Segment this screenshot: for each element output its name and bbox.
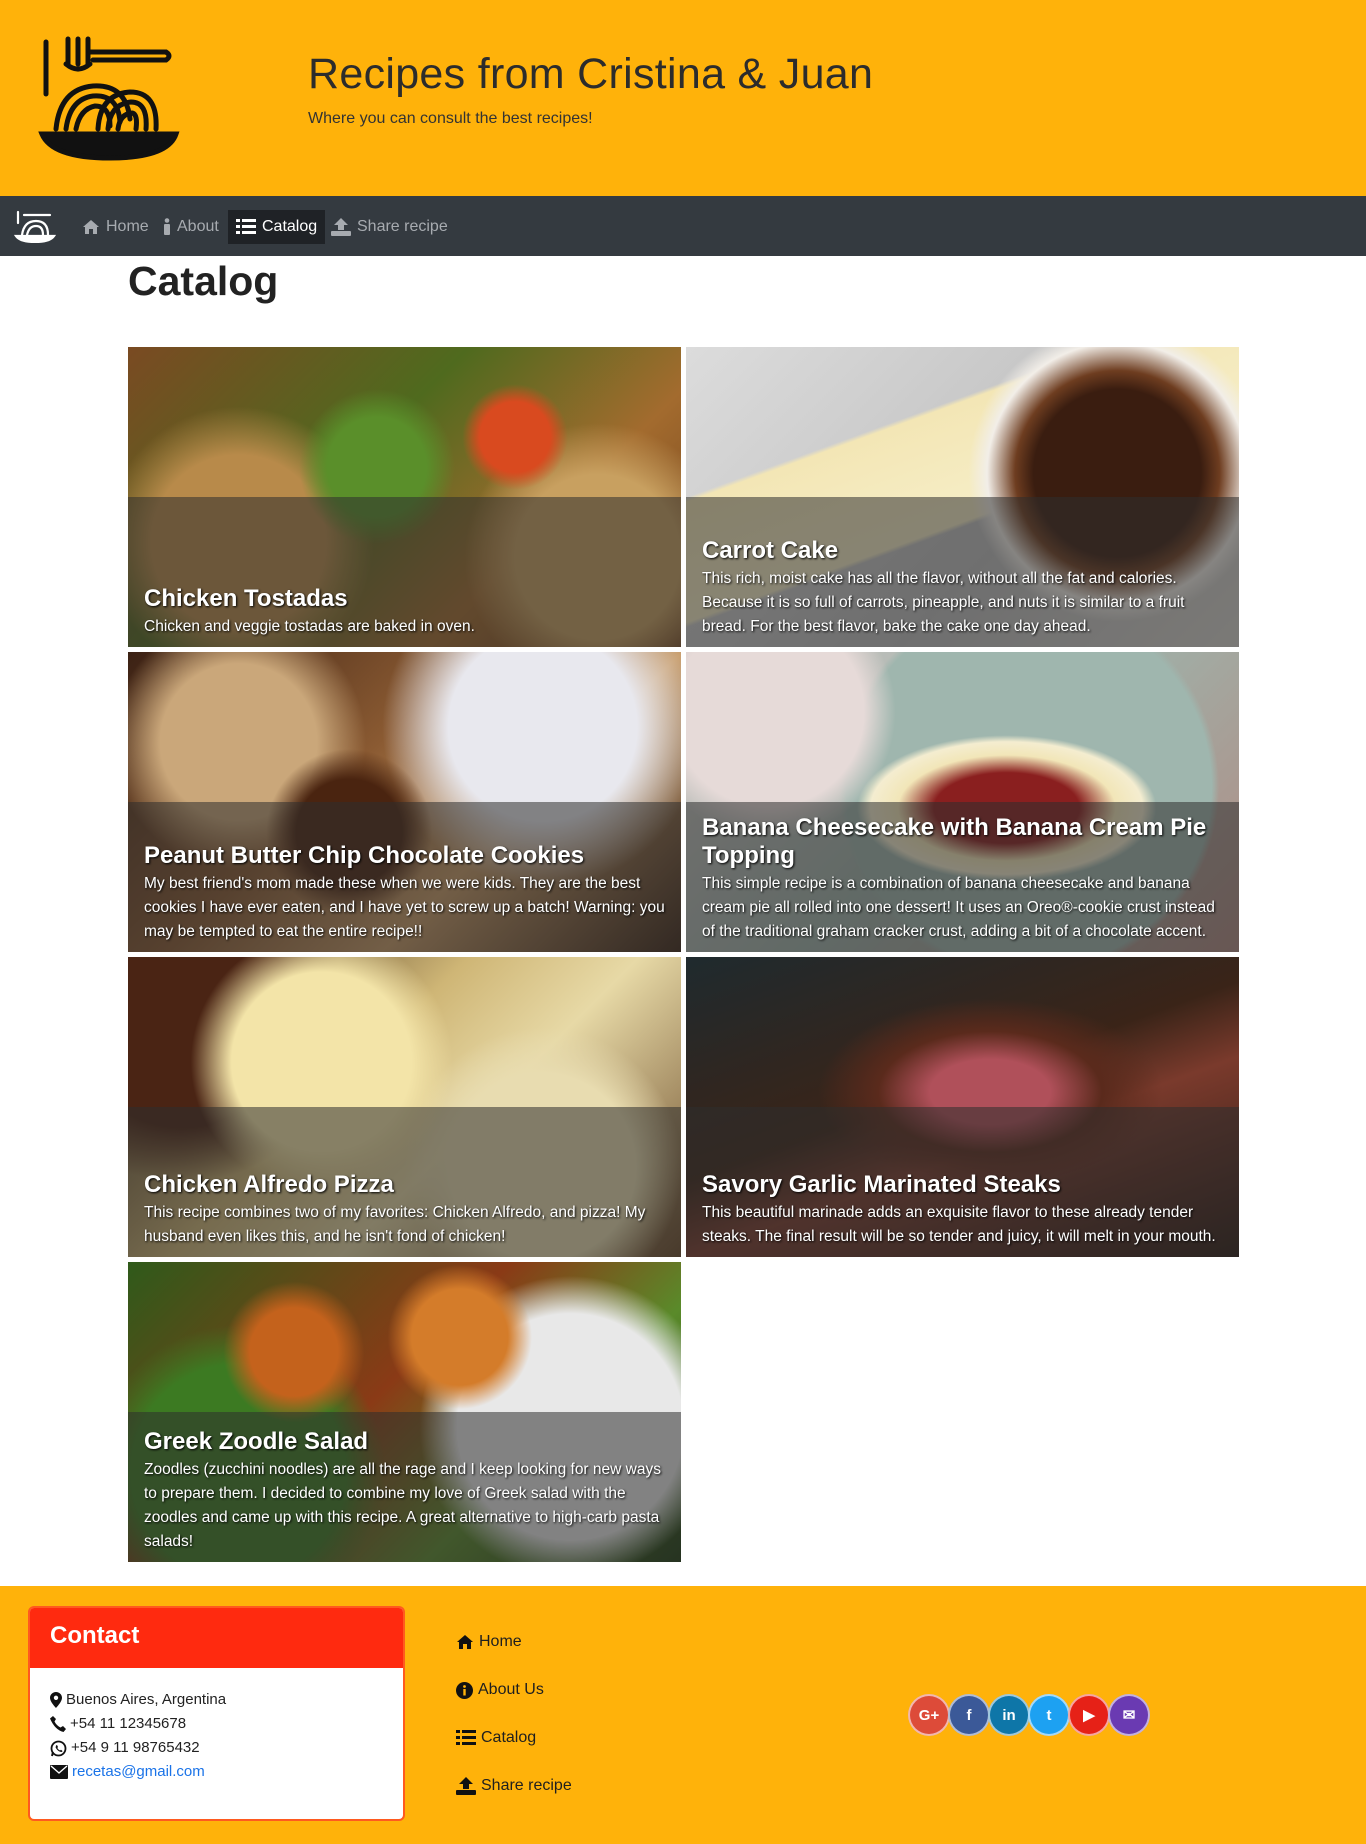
footer-link-catalog[interactable]: Catalog — [456, 1726, 572, 1750]
contact-heading: Contact — [30, 1608, 403, 1668]
recipe-description: This beautiful marinade adds an exquisit… — [702, 1204, 1216, 1245]
envelope-icon — [50, 1765, 68, 1779]
nav-item-label: Home — [106, 218, 149, 235]
recipe-description: Chicken and veggie tostadas are baked in… — [144, 618, 475, 635]
nav-item-label: About — [177, 218, 219, 235]
recipe-title: Peanut Butter Chip Chocolate Cookies — [144, 842, 585, 869]
recipe-title: Greek Zoodle Salad — [144, 1428, 369, 1455]
nav-item-home[interactable]: Home — [74, 210, 157, 244]
recipe-title: Chicken Alfredo Pizza — [144, 1171, 394, 1198]
list-icon — [236, 219, 256, 234]
whatsapp-icon — [50, 1740, 67, 1756]
recipe-description: This rich, moist cake has all the flavor… — [702, 570, 1185, 635]
contact-address: Buenos Aires, Argentina — [66, 1691, 227, 1708]
map-marker-icon — [50, 1692, 62, 1708]
youtube-icon[interactable]: ▶ — [1068, 1694, 1110, 1736]
nav-item-about[interactable]: About — [155, 210, 227, 244]
footer-links: Home About Us Catalog Share recipe — [456, 1630, 572, 1822]
social-links: G+ f in t ▶ ✉ — [908, 1694, 1150, 1736]
google-plus-icon[interactable]: G+ — [908, 1694, 950, 1736]
nav-logo-icon[interactable] — [14, 209, 56, 243]
site-title: Recipes from Cristina & Juan — [308, 50, 874, 98]
info-circle-icon — [456, 1681, 473, 1699]
contact-phone: +54 11 12345678 — [70, 1715, 187, 1732]
navbar: Home About Catalog Share recipe — [0, 196, 1366, 256]
recipe-description: My best friend's mom made these when we … — [144, 875, 665, 940]
recipe-card[interactable]: Chicken Tostadas Chicken and veggie tost… — [128, 347, 681, 647]
recipe-title: Carrot Cake — [702, 537, 839, 564]
recipe-card[interactable]: Chicken Alfredo Pizza This recipe combin… — [128, 957, 681, 1257]
footer-link-about-us[interactable]: About Us — [456, 1678, 572, 1702]
nav-item-catalog[interactable]: Catalog — [228, 210, 326, 244]
recipe-card[interactable]: Peanut Butter Chip Chocolate Cookies My … — [128, 652, 681, 952]
recipe-card[interactable]: Greek Zoodle Salad Zoodles (zucchini noo… — [128, 1262, 681, 1562]
recipe-title: Chicken Tostadas — [144, 585, 348, 612]
footer-link-home[interactable]: Home — [456, 1630, 572, 1654]
spaghetti-logo-icon — [38, 36, 180, 161]
nav-item-share-recipe[interactable]: Share recipe — [323, 210, 456, 244]
recipe-description: This recipe combines two of my favorites… — [144, 1204, 646, 1245]
footer-link-label: Share recipe — [481, 1777, 572, 1794]
nav-item-label: Share recipe — [357, 218, 448, 235]
phone-icon — [50, 1716, 66, 1732]
home-icon — [457, 1635, 473, 1649]
recipe-card[interactable]: Banana Cheesecake with Banana Cream Pie … — [686, 652, 1239, 952]
email-icon[interactable]: ✉ — [1108, 1694, 1150, 1736]
upload-icon — [456, 1777, 476, 1795]
recipe-description: Zoodles (zucchini noodles) are all the r… — [144, 1461, 661, 1550]
twitter-icon[interactable]: t — [1028, 1694, 1070, 1736]
recipe-description: This simple recipe is a combination of b… — [702, 875, 1215, 940]
recipe-card[interactable]: Carrot Cake This rich, moist cake has al… — [686, 347, 1239, 647]
contact-whatsapp: +54 9 11 98765432 — [71, 1739, 200, 1756]
page-title: Catalog — [128, 258, 279, 304]
site-footer: Contact Buenos Aires, Argentina +54 11 1… — [0, 1586, 1366, 1844]
footer-link-share-recipe[interactable]: Share recipe — [456, 1774, 572, 1798]
list-icon — [456, 1730, 476, 1745]
facebook-icon[interactable]: f — [948, 1694, 990, 1736]
nav-item-label: Catalog — [262, 218, 318, 235]
contact-email-link[interactable]: recetas@gmail.com — [72, 1760, 205, 1784]
footer-link-label: About Us — [478, 1681, 544, 1698]
site-header: Recipes from Cristina & Juan Where you c… — [0, 0, 1366, 196]
recipe-title: Banana Cheesecake with Banana Cream Pie … — [702, 814, 1207, 869]
contact-card: Contact Buenos Aires, Argentina +54 11 1… — [28, 1606, 405, 1821]
footer-link-label: Catalog — [481, 1729, 537, 1746]
home-icon — [83, 220, 99, 234]
site-subtitle: Where you can consult the best recipes! — [308, 110, 593, 127]
linkedin-icon[interactable]: in — [988, 1694, 1030, 1736]
info-icon — [164, 218, 170, 235]
recipe-title: Savory Garlic Marinated Steaks — [702, 1171, 1061, 1198]
recipe-card[interactable]: Savory Garlic Marinated Steaks This beau… — [686, 957, 1239, 1257]
footer-link-label: Home — [479, 1633, 522, 1650]
upload-icon — [331, 218, 351, 236]
